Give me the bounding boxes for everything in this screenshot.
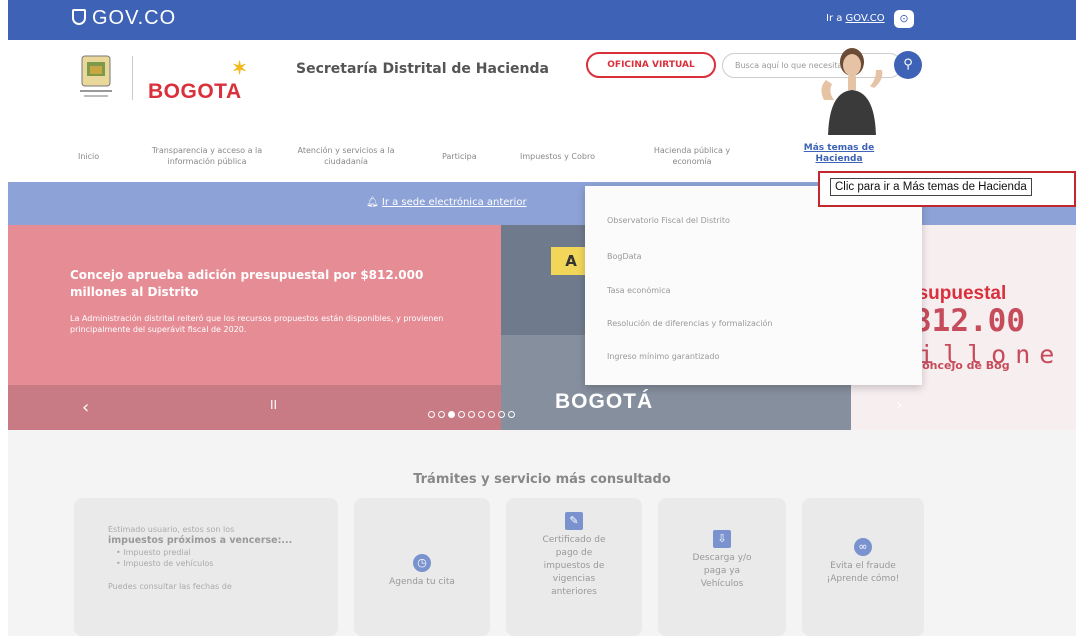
- service-card-agenda[interactable]: ◷ Agenda tu cita: [354, 498, 490, 636]
- mas-temas-dropdown: Observatorio Fiscal del Distrito BogData…: [585, 186, 922, 385]
- slide-dot[interactable]: [488, 411, 495, 418]
- slide-indicators: [428, 403, 518, 422]
- pres-line-4: Concejo de Bog: [914, 359, 1010, 372]
- nav-item-inicio[interactable]: Inicio: [78, 151, 99, 162]
- service-card-label: Descarga y/o paga ya Vehículos: [692, 553, 752, 589]
- slide-dot[interactable]: [468, 411, 475, 418]
- document-download-icon: ⇩: [713, 530, 731, 548]
- nav-item-transparencia[interactable]: Transparencia y acceso a la información …: [143, 145, 271, 167]
- tax-deadlines-card[interactable]: Estimado usuario, estos son los impuesto…: [74, 498, 338, 636]
- sign-language-interpreter-icon[interactable]: [814, 40, 888, 140]
- shield-icon: [72, 9, 86, 25]
- search-icon[interactable]: ⚲: [894, 51, 922, 79]
- next-slide-icon[interactable]: ›: [896, 395, 902, 414]
- nav-item-hacienda-publica[interactable]: Hacienda pública y economía: [652, 145, 732, 167]
- pause-icon[interactable]: II: [270, 398, 277, 412]
- nav-item-impuestos[interactable]: Impuestos y Cobro: [520, 151, 595, 162]
- list-item-text: Impuesto de vehículos: [123, 559, 214, 568]
- tooltip-highlight: Clic para ir a Más temas de Hacienda: [818, 171, 1076, 207]
- sede-electronica-link[interactable]: 🔔︎ Ir a sede electrónica anterior: [366, 197, 527, 208]
- list-item-text: Impuesto predial: [123, 548, 191, 557]
- dropdown-item-bogdata[interactable]: BogData: [607, 252, 642, 261]
- nav-item-participa[interactable]: Participa: [442, 151, 477, 162]
- dropdown-item-resolucion[interactable]: Resolución de diferencias y formalizació…: [607, 319, 773, 328]
- dropdown-item-ingreso-minimo[interactable]: Ingreso mínimo garantizado: [607, 352, 719, 361]
- bogota-wordmark: BOGOTÁ: [555, 390, 654, 413]
- slide-dot[interactable]: [478, 411, 485, 418]
- accessibility-icon[interactable]: ⊙: [894, 10, 914, 28]
- list-item: • Impuesto de vehículos: [116, 559, 214, 568]
- tooltip: Clic para ir a Más temas de Hacienda: [830, 178, 1032, 196]
- certificate-icon: ✎: [565, 512, 583, 530]
- card-intro: Estimado usuario, estos son los: [108, 525, 235, 534]
- clock-icon: ◷: [413, 554, 431, 572]
- slide-dot[interactable]: [438, 411, 445, 418]
- bell-icon: 🔔︎: [366, 197, 382, 208]
- nav-item-atencion[interactable]: Atención y servicios a la ciudadanía: [290, 145, 402, 167]
- list-item: • Impuesto predial: [116, 548, 191, 557]
- service-card-descarga[interactable]: ⇩ Descarga y/o paga ya Vehículos: [658, 498, 786, 636]
- page: GOV.CO Ir a GOV.CO ⊙ BOGOTA ✶ Secretaría …: [8, 0, 1076, 636]
- star-icon: ✶: [232, 58, 248, 78]
- gov-bar: GOV.CO Ir a GOV.CO ⊙: [8, 0, 1076, 40]
- dropdown-item-observatorio[interactable]: Observatorio Fiscal del Distrito: [607, 216, 730, 225]
- card-footer: Puedes consultar las fechas de: [108, 582, 232, 591]
- dropdown-item-tasa-economica[interactable]: Tasa económica: [607, 286, 671, 295]
- pres-line-2: 812.00: [913, 303, 1025, 339]
- card-bold-text: impuestos próximos a vencerse:...: [108, 535, 293, 546]
- slide-dot-active[interactable]: [448, 411, 455, 418]
- bogota-coat-of-arms-icon[interactable]: [78, 54, 114, 100]
- service-card-fraude[interactable]: ∞ Evita el fraude ¡Aprende cómo!: [802, 498, 924, 636]
- prev-slide-icon[interactable]: ‹: [82, 397, 89, 418]
- gov-co-link[interactable]: Ir a GOV.CO: [826, 13, 885, 24]
- service-card-label: Certificado de pago de impuestos de vige…: [542, 535, 606, 597]
- service-card-label: Evita el fraude ¡Aprende cómo!: [826, 561, 900, 584]
- slide-dot[interactable]: [498, 411, 505, 418]
- service-card-label: Agenda tu cita: [389, 577, 455, 587]
- gov-co-logo[interactable]: GOV.CO: [72, 7, 176, 30]
- banner-title: Concejo aprueba adición presupuestal por…: [70, 268, 424, 299]
- nav-item-mas-temas[interactable]: Más temas de Hacienda: [796, 143, 882, 165]
- bogota-logo[interactable]: BOGOTA ✶: [148, 58, 247, 104]
- slide-dot[interactable]: [508, 411, 515, 418]
- mask-icon: ∞: [854, 538, 872, 556]
- site-header: BOGOTA ✶ Secretaría Distrital de Hacienda…: [8, 40, 1076, 140]
- slide-dot[interactable]: [428, 411, 435, 418]
- oficina-virtual-button[interactable]: OFICINA VIRTUAL: [586, 52, 716, 78]
- entity-name: Secretaría Distrital de Hacienda: [296, 61, 549, 77]
- services-heading: Trámites y servicio más consultado: [413, 472, 671, 487]
- slide-dot[interactable]: [458, 411, 465, 418]
- logo-divider: [132, 56, 133, 100]
- service-card-certificado[interactable]: ✎ Certificado de pago de impuestos de vi…: [506, 498, 642, 636]
- banner-body: La Administración distrital reiteró que …: [70, 314, 444, 334]
